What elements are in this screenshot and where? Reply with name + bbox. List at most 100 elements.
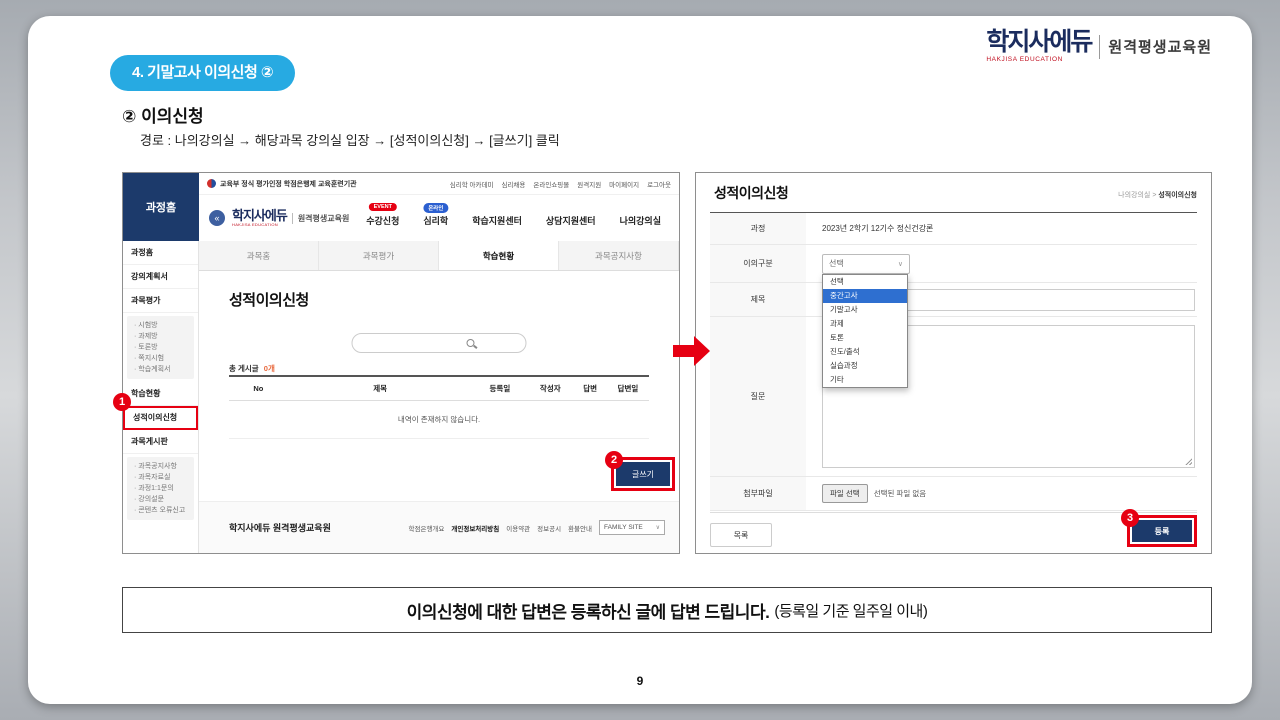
attachment-cell: 파일 선택 선택된 파일 없음 xyxy=(806,477,1197,510)
sidebar-item-grade-objection[interactable]: 성적이의신청 xyxy=(123,406,198,430)
category-select-value: 선택 xyxy=(829,258,844,269)
sidebar-sub-quiz[interactable]: 쪽지시험 xyxy=(134,353,192,364)
dropdown-option-select[interactable]: 선택 xyxy=(823,275,907,289)
dropdown-option-etc[interactable]: 기타 xyxy=(823,373,907,387)
dropdown-option-progress[interactable]: 진도/출석 xyxy=(823,345,907,359)
sidebar-item-syllabus[interactable]: 강의계획서 xyxy=(123,265,198,289)
form-row-question: 질문 xyxy=(710,317,1197,477)
collapse-sidebar-button[interactable]: « xyxy=(209,210,225,226)
sidebar-sub-lecture-survey[interactable]: 강의설문 xyxy=(134,494,192,505)
slide-title-badge: 4. 기말고사 이의신청 ② xyxy=(110,55,295,91)
family-site-label: FAMILY SITE xyxy=(604,524,643,531)
dropdown-option-final[interactable]: 기말고사 xyxy=(823,303,907,317)
col-answer: 답변 xyxy=(573,383,607,394)
dropdown-option-discussion[interactable]: 토론 xyxy=(823,331,907,345)
sidebar-sub-content-error-report[interactable]: 콘텐츠 오류신고 xyxy=(134,505,192,516)
right-screenshot: 성적이의신청 나의강의실 > 성적이의신청 과정 2023년 2학기 12기수 … xyxy=(695,172,1212,554)
step3-marker: 3 xyxy=(1121,509,1139,527)
course-home-block[interactable]: 과정홈 xyxy=(123,173,199,241)
col-title: 제목 xyxy=(288,383,473,394)
nav-item-enrollment[interactable]: EVENT 수강신청 xyxy=(366,210,399,227)
tab-course-home[interactable]: 과목홈 xyxy=(199,241,319,270)
brand-logo-subtext: HAKJISA EDUCATION xyxy=(986,57,1091,64)
nav-item-my-classroom[interactable]: 나의강의실 xyxy=(620,210,661,227)
sidebar-sub-assignment-room[interactable]: 과제방 xyxy=(134,331,192,342)
step3-highlight-frame: 3 등록 xyxy=(1127,515,1197,547)
brand-affiliate: 원격평생교육원 xyxy=(1108,36,1212,57)
submit-button[interactable]: 등록 xyxy=(1132,520,1192,542)
site-logo-text: 학지사에듀 xyxy=(232,209,287,222)
write-post-button[interactable]: 글쓰기 xyxy=(616,462,670,486)
footer-link-privacy[interactable]: 개인정보처리방침 xyxy=(451,523,499,533)
link-logout[interactable]: 로그아웃 xyxy=(647,179,671,189)
empty-message: 내역이 존재하지 않습니다. xyxy=(229,401,649,439)
link-remote-support[interactable]: 원격지원 xyxy=(577,179,601,189)
step2-marker: 2 xyxy=(605,451,623,469)
section-title: ② 이의신청 xyxy=(122,102,204,127)
form-row-attachment: 첨부파일 파일 선택 선택된 파일 없음 xyxy=(710,477,1197,511)
footer-link-terms[interactable]: 이용약관 xyxy=(506,523,530,533)
notice-box: 이의신청에 대한 답변은 등록하신 글에 답변 드립니다. (등록일 기준 일주… xyxy=(122,587,1212,633)
col-reg-date: 등록일 xyxy=(473,383,528,394)
file-status-text: 선택된 파일 없음 xyxy=(874,488,926,499)
page-number: 9 xyxy=(28,674,1252,688)
site-affiliate: 원격평생교육원 xyxy=(292,213,350,224)
sidebar-sub-exam-room[interactable]: 시험방 xyxy=(134,320,192,331)
sidebar-sub-discussion-room[interactable]: 토론방 xyxy=(134,342,192,353)
sidebar-item-learning-status[interactable]: 학습현황 xyxy=(123,382,198,406)
link-psych-jobs[interactable]: 심리채용 xyxy=(501,179,525,189)
dropdown-option-assignment[interactable]: 과제 xyxy=(823,317,907,331)
sidebar-item-course-home[interactable]: 과정홈 xyxy=(123,241,198,265)
course-sidebar: 과정홈 강의계획서 과목평가 시험방 과제방 토론방 쪽지시험 학습계획서 학습… xyxy=(123,241,199,553)
brand-logo-text: 학지사에듀 xyxy=(986,30,1091,55)
total-posts-count: 0개 xyxy=(264,364,275,373)
dropdown-option-midterm[interactable]: 중간고사 xyxy=(823,289,907,303)
link-psych-academy[interactable]: 심리학 아카데미 xyxy=(450,179,494,189)
course-tabs: 과목홈 과목평가 학습현황 과목공지사항 xyxy=(199,241,679,271)
utility-links: 심리학 아카데미 심리채용 온라인쇼핑몰 원격지원 마이페이지 로그아웃 xyxy=(450,179,671,189)
left-screenshot: 과정홈 교육부 정식 평가인정 학점은행제 교육훈련기관 심리학 아카데미 심리… xyxy=(122,172,680,554)
nav-item-label: 상담지원센터 xyxy=(546,216,596,226)
tab-course-notice[interactable]: 과목공지사항 xyxy=(559,241,679,270)
category-select[interactable]: 선택 ∨ xyxy=(822,254,910,274)
resize-grip-icon[interactable] xyxy=(1184,457,1192,465)
online-badge: 온라인 xyxy=(423,203,448,213)
label-category: 이의구분 xyxy=(710,245,806,282)
site-footer: 학지사에듀 원격평생교육원 학점은행개요 개인정보처리방침 이용약관 정보공시 … xyxy=(199,501,679,553)
total-posts-label: 총 게시글 xyxy=(229,364,259,373)
category-dropdown: 선택 중간고사 기말고사 과제 토론 진도/출석 실습과정 기타 xyxy=(822,274,908,388)
col-no: No xyxy=(229,384,288,393)
board-content: 성적이의신청 총 게시글 0개 No 제목 등록일 작성자 답변 답변일 내역이… xyxy=(199,271,679,503)
list-button[interactable]: 목록 xyxy=(710,523,772,547)
sidebar-subgroup-eval: 시험방 과제방 토론방 쪽지시험 학습계획서 xyxy=(127,316,194,379)
posts-table: No 제목 등록일 작성자 답변 답변일 내역이 존재하지 않습니다. xyxy=(229,375,649,439)
dropdown-option-practicum[interactable]: 실습과정 xyxy=(823,359,907,373)
chevron-down-icon: ∨ xyxy=(656,524,660,531)
family-site-select[interactable]: FAMILY SITE ∨ xyxy=(599,520,665,535)
chevron-down-icon: ∨ xyxy=(898,260,903,268)
search-input[interactable] xyxy=(352,333,527,353)
link-mypage[interactable]: 마이페이지 xyxy=(609,179,639,189)
file-select-button[interactable]: 파일 선택 xyxy=(822,484,868,503)
nav-item-counsel-support[interactable]: 상담지원센터 xyxy=(546,210,596,227)
sidebar-sub-course-notice[interactable]: 과목공지사항 xyxy=(134,461,192,472)
footer-link-refund[interactable]: 환불안내 xyxy=(568,523,592,533)
nav-item-learning-support[interactable]: 학습지원센터 xyxy=(472,210,522,227)
gov-bar: 교육부 정식 평가인정 학점은행제 교육훈련기관 심리학 아카데미 심리채용 온… xyxy=(199,173,679,195)
link-online-shop[interactable]: 온라인쇼핑몰 xyxy=(533,179,569,189)
sidebar-item-course-eval[interactable]: 과목평가 xyxy=(123,289,198,313)
footer-link-disclosure[interactable]: 정보공시 xyxy=(537,523,561,533)
sidebar-sub-study-plan[interactable]: 학습계획서 xyxy=(134,364,192,375)
sidebar-item-course-board[interactable]: 과목게시판 xyxy=(123,430,198,454)
slide-card: 4. 기말고사 이의신청 ② 학지사에듀 HAKJISA EDUCATION 원… xyxy=(28,16,1252,704)
nav-item-psychology[interactable]: 온라인 심리학 xyxy=(423,210,448,227)
site-logo[interactable]: 학지사에듀 HAKJISA EDUCATION xyxy=(232,209,287,227)
sidebar-sub-course-inquiry[interactable]: 과정1:1문의 xyxy=(134,483,192,494)
tab-course-eval[interactable]: 과목평가 xyxy=(319,241,439,270)
main-nav: EVENT 수강신청 온라인 심리학 학습지원센터 상담지원센터 나의강의실 xyxy=(366,210,669,227)
tab-learning-status[interactable]: 학습현황 xyxy=(439,241,559,270)
footer-link-credit-bank[interactable]: 학점은행개요 xyxy=(409,523,445,533)
sidebar-sub-course-materials[interactable]: 과목자료실 xyxy=(134,472,192,483)
brand-logo-kr: 학지사에듀 HAKJISA EDUCATION xyxy=(986,30,1091,64)
breadcrumb-prefix[interactable]: 나의강의실 > xyxy=(1118,192,1156,199)
